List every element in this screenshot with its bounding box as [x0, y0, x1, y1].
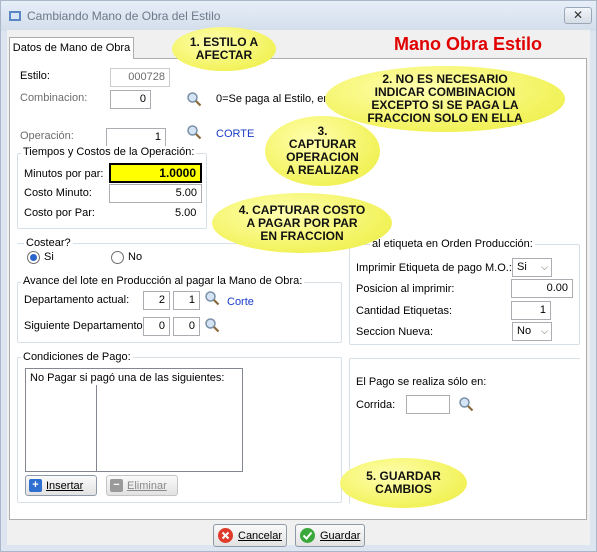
banner-title: Mano Obra Estilo [394, 34, 543, 54]
imprimir-value: Si [517, 261, 527, 273]
combinacion-field[interactable]: 0 [110, 90, 151, 109]
costear-si-label: Si [44, 251, 54, 263]
posicion-label: Posicion al imprimir: [356, 283, 455, 295]
siguiente-depto-field-a[interactable]: 0 [143, 317, 170, 336]
plus-icon: + [29, 479, 42, 492]
etiqueta-title: al etiqueta en Orden Producción: [370, 238, 535, 250]
condiciones-title: Condiciones de Pago: [21, 351, 133, 363]
costear-si-radio[interactable] [27, 251, 40, 264]
costo-minuto-field[interactable]: 5.00 [109, 184, 202, 203]
costo-par-value: 5.00 [175, 207, 197, 219]
operacion-name: CORTE [216, 128, 255, 140]
cantidad-label: Cantidad Etiquetas: [356, 305, 453, 317]
imprimir-label: Imprimir Etiqueta de pago M.O.: [356, 262, 512, 274]
costo-par-label: Costo por Par: [24, 207, 95, 219]
eliminar-button[interactable]: − Eliminar [106, 475, 178, 496]
depto-actual-field-b[interactable]: 1 [173, 291, 200, 310]
cantidad-field[interactable]: 1 [511, 301, 551, 320]
app-icon [9, 11, 21, 21]
estilo-field[interactable]: 000728 [110, 68, 170, 87]
operacion-field[interactable]: 1 [106, 128, 166, 147]
cancelar-label: Cancelar [238, 529, 283, 542]
search-icon[interactable] [186, 91, 202, 107]
costear-title: Costear? [24, 237, 73, 249]
depto-actual-field-a[interactable]: 2 [143, 291, 170, 310]
list-column-divider [96, 385, 97, 471]
guardar-button[interactable]: Guardar [295, 524, 365, 547]
search-icon[interactable] [186, 124, 202, 140]
chevron-down-icon: ⌵ [541, 262, 548, 272]
insertar-label: Insertar [46, 479, 84, 492]
insertar-button[interactable]: + Insertar [25, 475, 97, 496]
operacion-label: Operación: [20, 130, 74, 142]
estilo-label: Estilo: [20, 70, 50, 82]
avance-title: Avance del lote en Producción al pagar l… [21, 275, 305, 287]
callout-guardar: 5. GUARDAR CAMBIOS [340, 458, 467, 508]
depto-actual-label: Departamento actual: [24, 294, 130, 306]
depto-actual-name: Corte [227, 296, 254, 308]
callout-combinacion: 2. NO ES NECESARIO INDICAR COMBINACION E… [325, 66, 565, 132]
chevron-down-icon: ⌵ [541, 326, 548, 336]
combinacion-label: Combinacion: [20, 92, 88, 104]
seccion-label: Seccion Nueva: [356, 326, 434, 338]
costear-no-radio[interactable] [111, 251, 124, 264]
list-header: No Pagar si pagó una de las siguientes: [30, 372, 225, 384]
costo-minuto-label: Costo Minuto: [24, 187, 92, 199]
pago-label: El Pago se realiza sólo en: [356, 376, 487, 388]
tab-datos-mano-obra[interactable]: Datos de Mano de Obra [9, 37, 134, 59]
checkmark-icon [300, 528, 315, 543]
close-button[interactable]: ✕ [564, 7, 592, 24]
callout-costo: 4. CAPTURAR COSTO A PAGAR POR PAR EN FRA… [212, 193, 392, 253]
imprimir-select[interactable]: Si ⌵ [512, 258, 552, 277]
window-title: Cambiando Mano de Obra del Estilo [27, 9, 221, 23]
tiempos-title: Tiempos y Costos de la Operación: [21, 146, 197, 158]
eliminar-label: Eliminar [127, 479, 167, 492]
seccion-select[interactable]: No ⌵ [512, 322, 552, 341]
minutos-label: Minutos por par: [24, 168, 104, 180]
minutos-field[interactable]: 1.0000 [109, 163, 202, 183]
corrida-label: Corrida: [356, 399, 396, 411]
title-bar: Cambiando Mano de Obra del Estilo ✕ [1, 1, 596, 31]
cancelar-button[interactable]: Cancelar [213, 524, 287, 547]
condiciones-list[interactable]: No Pagar si pagó una de las siguientes: [25, 368, 243, 472]
guardar-label: Guardar [320, 529, 361, 542]
minus-icon: − [110, 479, 123, 492]
seccion-value: No [517, 325, 532, 337]
corrida-field[interactable] [406, 395, 450, 414]
search-icon[interactable] [204, 317, 220, 333]
posicion-field[interactable]: 0.00 [511, 279, 573, 298]
cancel-icon [218, 528, 233, 543]
siguiente-depto-label: Siguiente Departamento: [24, 320, 146, 332]
costear-no-label: No [128, 251, 143, 263]
callout-operacion: 3. CAPTURAR OPERACION A REALIZAR [265, 116, 380, 186]
search-icon[interactable] [458, 396, 474, 412]
callout-estilo: 1. ESTILO A AFECTAR [172, 27, 276, 71]
search-icon[interactable] [204, 290, 220, 306]
siguiente-depto-field-b[interactable]: 0 [173, 317, 200, 336]
